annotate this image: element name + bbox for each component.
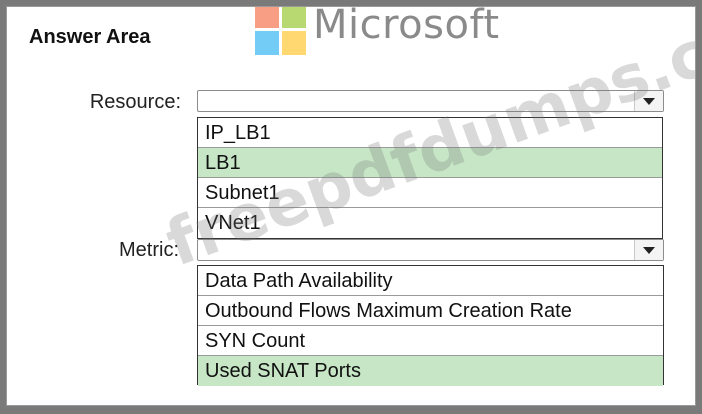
resource-option-ip-lb1[interactable]: IP_LB1 [198, 118, 662, 148]
metric-label: Metric: [119, 239, 179, 261]
answer-area-panel: Answer Area Microsoft Resource: IP_LB1 L… [6, 6, 696, 406]
resource-option-subnet1[interactable]: Subnet1 [198, 178, 662, 208]
resource-option-vnet1[interactable]: VNet1 [198, 208, 662, 238]
metric-option-syn-count[interactable]: SYN Count [198, 326, 663, 356]
windows-logo-icon [255, 7, 307, 56]
resource-options-list: IP_LB1 LB1 Subnet1 VNet1 [197, 117, 663, 239]
metric-option-used-snat-ports[interactable]: Used SNAT Ports [198, 356, 663, 386]
answer-area-title: Answer Area [29, 26, 151, 48]
metric-option-outbound-flows[interactable]: Outbound Flows Maximum Creation Rate [198, 296, 663, 326]
metric-option-data-path-availability[interactable]: Data Path Availability [198, 266, 663, 296]
chevron-down-icon[interactable] [634, 240, 663, 260]
metric-dropdown[interactable] [197, 239, 664, 261]
resource-label: Resource: [89, 91, 181, 113]
metric-options-list: Data Path Availability Outbound Flows Ma… [197, 265, 664, 386]
resource-option-lb1[interactable]: LB1 [198, 148, 662, 178]
resource-dropdown[interactable] [197, 90, 664, 112]
logo-text: Microsoft [313, 6, 500, 48]
chevron-down-icon[interactable] [634, 91, 663, 111]
